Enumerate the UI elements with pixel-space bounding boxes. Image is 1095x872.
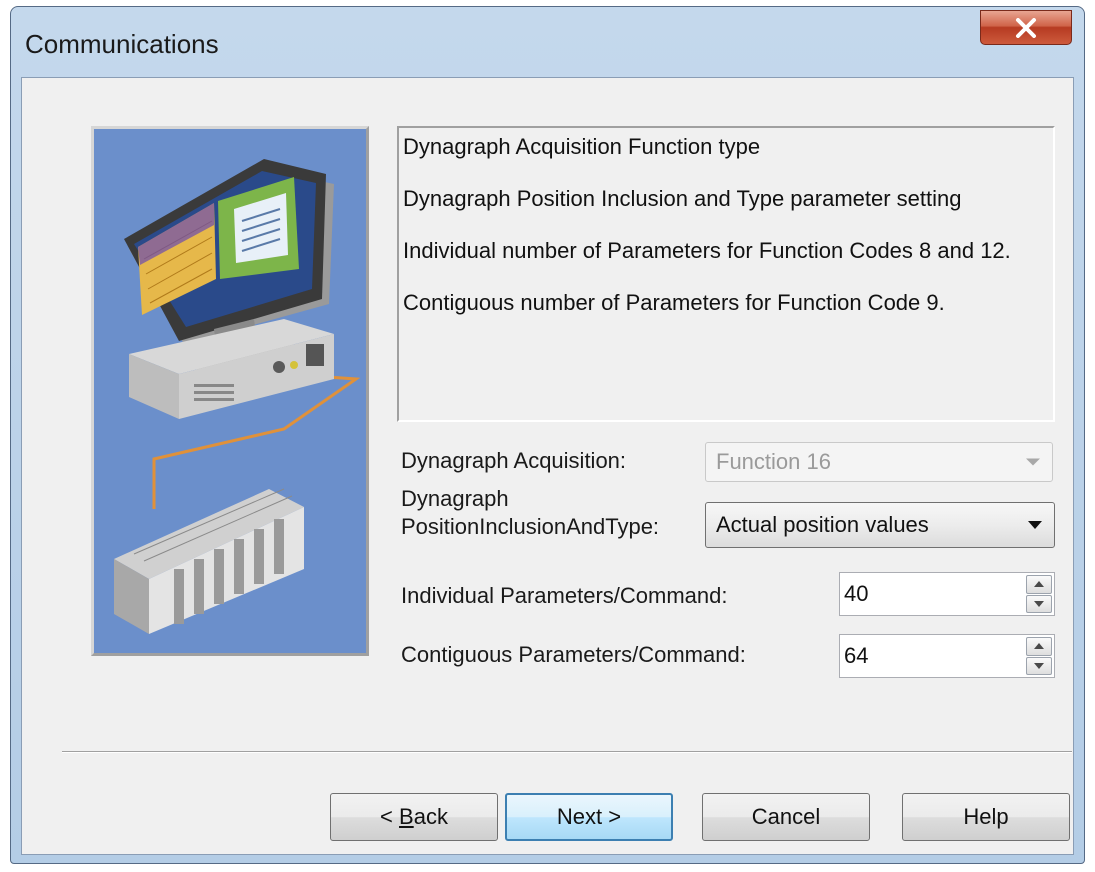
cancel-button[interactable]: Cancel: [702, 793, 870, 841]
spin-down-icon[interactable]: [1026, 594, 1052, 613]
computer-network-illustration: [91, 126, 369, 656]
dropdown-arrow-icon: [1026, 458, 1040, 466]
position-label-line1: Dynagraph: [401, 486, 509, 511]
position-label-line2: PositionInclusionAndType:: [401, 514, 660, 539]
acquisition-select[interactable]: Function 16: [705, 442, 1053, 482]
close-icon: [1016, 17, 1036, 38]
position-type-select[interactable]: Actual position values: [705, 502, 1055, 548]
back-button-prefix: <: [380, 804, 400, 829]
description-line: Dynagraph Acquisition Function type: [403, 134, 761, 159]
contiguous-params-spinner[interactable]: 64: [839, 634, 1055, 678]
help-button[interactable]: Help: [902, 793, 1070, 841]
individual-params-spinner[interactable]: 40: [839, 572, 1055, 616]
spin-up-icon[interactable]: [1026, 575, 1052, 594]
back-button[interactable]: < Back: [330, 793, 498, 841]
next-button[interactable]: Next >: [505, 793, 673, 841]
dialog-client-area: Dynagraph Acquisition Function type Dyna…: [21, 77, 1074, 855]
individual-params-value[interactable]: 40: [844, 581, 868, 607]
description-line: Dynagraph Position Inclusion and Type pa…: [403, 186, 962, 211]
spin-down-icon[interactable]: [1026, 656, 1052, 675]
close-button[interactable]: [980, 10, 1072, 45]
button-divider: [62, 751, 1072, 753]
dropdown-arrow-icon: [1028, 521, 1042, 529]
acquisition-label: Dynagraph Acquisition:: [401, 448, 627, 473]
description-line: Contiguous number of Parameters for Func…: [403, 290, 945, 315]
acquisition-value: Function 16: [716, 449, 831, 474]
description-box: Dynagraph Acquisition Function type Dyna…: [397, 126, 1055, 422]
communications-dialog: Communications Dynagraph Acquisition Fun…: [10, 6, 1085, 864]
contiguous-params-value[interactable]: 64: [844, 643, 868, 669]
individual-params-label: Individual Parameters/Command:: [401, 583, 728, 608]
spin-up-icon[interactable]: [1026, 637, 1052, 656]
contiguous-params-label: Contiguous Parameters/Command:: [401, 642, 746, 667]
back-button-rest: ack: [413, 804, 448, 829]
position-type-value: Actual position values: [716, 512, 929, 537]
description-line: Individual number of Parameters for Func…: [403, 238, 1011, 263]
dialog-title: Communications: [25, 29, 219, 59]
back-button-mnemonic: B: [399, 804, 414, 829]
